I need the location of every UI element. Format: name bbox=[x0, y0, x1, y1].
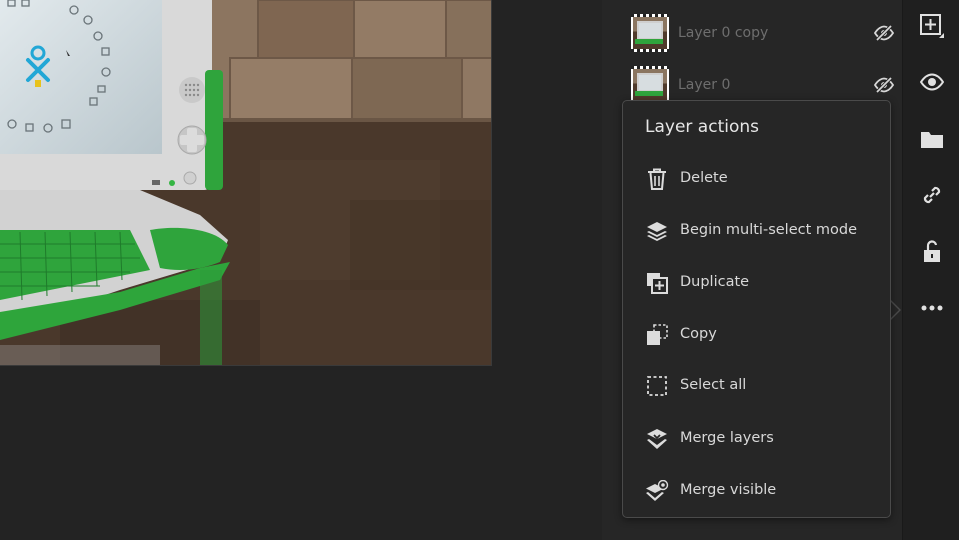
lock-button[interactable] bbox=[919, 238, 945, 264]
menu-item-label: Copy bbox=[680, 326, 717, 342]
menu-item-label: Select all bbox=[680, 377, 747, 393]
group-folder-button[interactable] bbox=[919, 126, 945, 152]
menu-item-copy[interactable]: Copy bbox=[623, 313, 890, 357]
menu-item-label: Merge layers bbox=[680, 430, 774, 446]
menu-item-merge-layers[interactable]: Merge layers bbox=[623, 417, 890, 461]
canvas-photo[interactable] bbox=[0, 0, 492, 366]
more-options-button[interactable] bbox=[919, 295, 945, 321]
menu-item-delete[interactable]: Delete bbox=[623, 157, 890, 201]
layers-stack-icon bbox=[645, 220, 669, 242]
laptop-photo bbox=[0, 0, 491, 365]
layers-toolbar bbox=[902, 0, 959, 540]
menu-item-duplicate[interactable]: Duplicate bbox=[623, 261, 890, 305]
more-options-icon bbox=[920, 304, 944, 312]
menu-item-multi-select[interactable]: Begin multi-select mode bbox=[623, 209, 890, 253]
menu-item-label: Begin multi-select mode bbox=[680, 222, 858, 238]
trash-icon bbox=[645, 168, 669, 190]
layer-name: Layer 0 copy bbox=[678, 25, 769, 41]
copy-icon bbox=[645, 324, 669, 346]
link-button[interactable] bbox=[919, 182, 945, 208]
duplicate-icon bbox=[645, 272, 669, 294]
merge-visible-icon bbox=[645, 480, 669, 502]
menu-item-select-all[interactable]: Select all bbox=[623, 364, 890, 408]
visibility-button[interactable] bbox=[919, 69, 945, 95]
layer-thumbnail bbox=[631, 14, 669, 52]
eye-icon bbox=[920, 73, 944, 91]
link-icon bbox=[920, 183, 944, 207]
menu-item-label: Duplicate bbox=[680, 274, 750, 290]
layer-thumbnail bbox=[631, 66, 669, 104]
menu-item-label: Delete bbox=[680, 170, 728, 186]
folder-icon bbox=[920, 129, 944, 149]
layer-row[interactable]: Layer 0 copy bbox=[602, 4, 902, 56]
layer-name: Layer 0 bbox=[678, 77, 731, 93]
select-all-icon bbox=[645, 375, 669, 397]
add-layer-button[interactable] bbox=[919, 13, 945, 39]
layer-actions-popover: Layer actions Delete Begin multi-select … bbox=[622, 100, 891, 518]
popover-title: Layer actions bbox=[645, 117, 759, 137]
unlock-icon bbox=[921, 239, 943, 263]
merge-layers-icon bbox=[645, 428, 669, 450]
add-layer-icon bbox=[919, 13, 945, 39]
eye-off-icon[interactable] bbox=[873, 24, 895, 42]
menu-item-label: Merge visible bbox=[680, 482, 777, 498]
canvas-area[interactable] bbox=[0, 0, 602, 540]
menu-item-merge-visible[interactable]: Merge visible bbox=[623, 469, 890, 513]
eye-off-icon[interactable] bbox=[873, 76, 895, 94]
